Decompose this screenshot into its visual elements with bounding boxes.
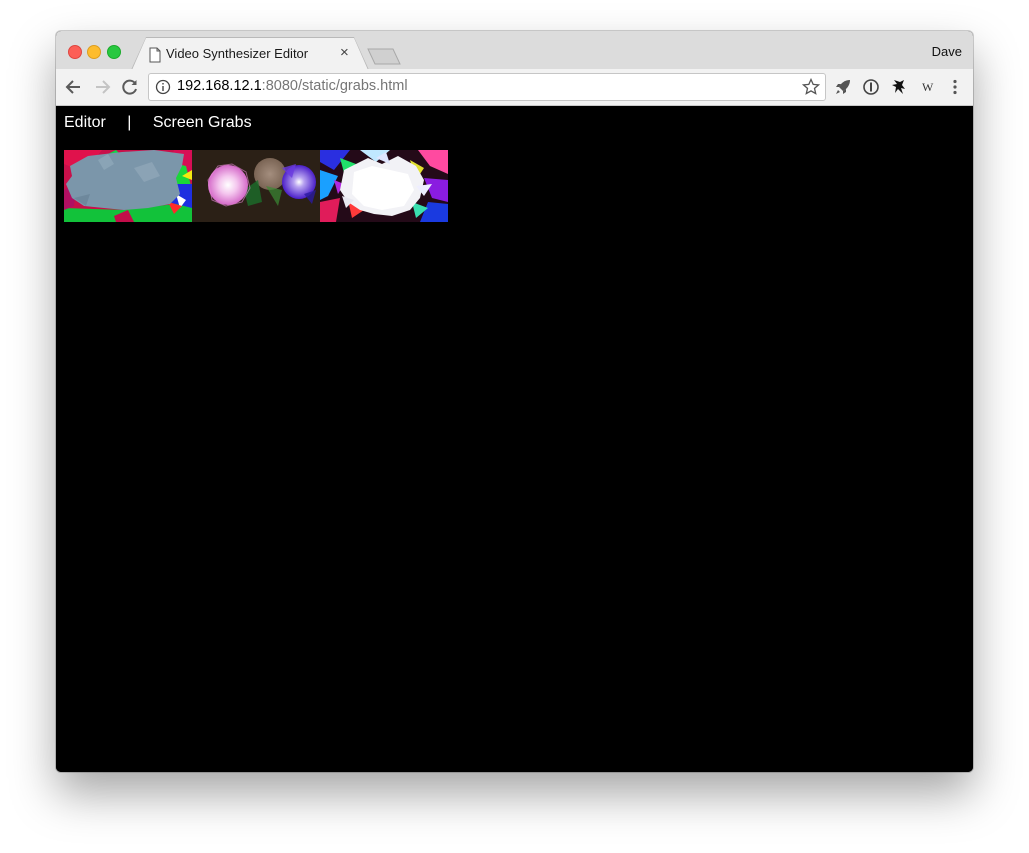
tab-close-icon[interactable]: × — [340, 45, 349, 61]
page-content: Editor | Screen Grabs — [56, 106, 973, 772]
window-maximize-button[interactable] — [107, 45, 121, 59]
profile-name[interactable]: Dave — [932, 44, 962, 59]
more-menu-icon[interactable] — [946, 78, 964, 96]
screen-grab-2[interactable] — [192, 150, 320, 222]
page-icon — [149, 47, 161, 63]
browser-window: Video Synthesizer Editor × Dave 192.168.… — [56, 31, 973, 772]
reload-icon[interactable] — [120, 77, 140, 97]
nav-separator: | — [127, 114, 132, 131]
figure-extension-icon[interactable] — [890, 78, 908, 96]
window-minimize-button[interactable] — [87, 45, 101, 59]
screen-grab-3[interactable] — [320, 150, 448, 222]
url-path: :8080/static/grabs.html — [261, 78, 408, 94]
site-info-icon[interactable] — [155, 79, 171, 95]
window-close-button[interactable] — [68, 45, 82, 59]
address-bar[interactable]: 192.168.12.1:8080/static/grabs.html — [148, 73, 826, 101]
bookmark-star-icon[interactable] — [802, 78, 820, 96]
nav-link-screen-grabs[interactable]: Screen Grabs — [153, 114, 252, 132]
browser-toolbar: 192.168.12.1:8080/static/grabs.html W — [56, 69, 973, 106]
rocket-extension-icon[interactable] — [834, 78, 852, 96]
screen-grab-1[interactable] — [64, 150, 192, 222]
title-bar: Video Synthesizer Editor × Dave — [56, 31, 973, 70]
back-arrow-icon[interactable] — [64, 77, 84, 97]
tab-title: Video Synthesizer Editor — [166, 46, 309, 61]
wikipedia-extension-icon[interactable]: W — [918, 78, 936, 96]
tab-video-synthesizer-editor[interactable]: Video Synthesizer Editor × — [132, 38, 368, 70]
password-manager-extension-icon[interactable] — [862, 78, 880, 96]
svg-text:W: W — [922, 80, 934, 94]
url-text[interactable]: 192.168.12.1:8080/static/grabs.html — [177, 78, 408, 94]
url-host: 192.168.12.1 — [177, 78, 262, 94]
new-tab-button[interactable] — [367, 48, 401, 65]
forward-arrow-icon[interactable] — [92, 77, 112, 97]
nav-link-editor[interactable]: Editor — [64, 114, 106, 132]
site-nav: Editor | Screen Grabs — [64, 114, 252, 132]
